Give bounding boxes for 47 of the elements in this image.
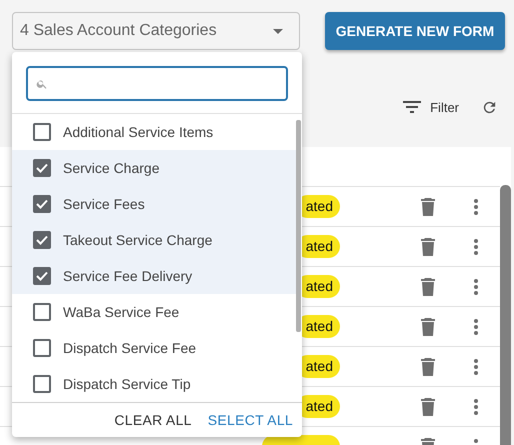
more-icon (474, 278, 478, 294)
checkbox[interactable] (33, 123, 51, 141)
filter-icon (403, 101, 422, 113)
delete-button[interactable] (421, 398, 435, 416)
select-all-button[interactable]: SELECT ALL (208, 412, 293, 428)
delete-button[interactable] (421, 318, 435, 336)
checkbox[interactable] (33, 195, 51, 213)
trash-icon (421, 238, 435, 256)
delete-button[interactable] (421, 198, 435, 216)
category-option[interactable]: Service Fees (12, 186, 296, 222)
caret-icon (273, 28, 283, 34)
scrollbar-thumb[interactable] (296, 120, 301, 332)
checkbox[interactable] (33, 339, 51, 357)
delete-button[interactable] (421, 238, 435, 256)
checkbox[interactable] (33, 303, 51, 321)
category-option[interactable]: Service Fee Delivery (12, 258, 296, 294)
more-icon (474, 358, 478, 374)
trash-icon (421, 198, 435, 216)
category-option[interactable]: Service Charge (12, 150, 296, 186)
category-option[interactable]: Takeout Service Charge (12, 222, 296, 258)
trash-icon (421, 358, 435, 376)
trash-icon (421, 318, 435, 336)
filter-button[interactable]: Filter (403, 100, 459, 114)
checkbox[interactable] (33, 159, 51, 177)
delete-button[interactable] (421, 358, 435, 376)
delete-button[interactable] (421, 278, 435, 296)
more-icon (474, 238, 478, 254)
category-select[interactable]: 4 Sales Account Categories (12, 12, 300, 50)
more-button[interactable] (474, 398, 478, 414)
trash-icon (421, 398, 435, 416)
more-button[interactable] (474, 238, 478, 254)
more-button[interactable] (474, 318, 478, 334)
more-button[interactable] (474, 358, 478, 374)
clear-all-button[interactable]: CLEAR ALL (114, 412, 192, 428)
search-icon (36, 78, 48, 90)
checkbox[interactable] (33, 267, 51, 285)
checkbox[interactable] (33, 231, 51, 249)
more-icon (474, 198, 478, 214)
more-icon (474, 318, 478, 334)
generate-form-button[interactable]: GENERATE NEW FORM (325, 12, 505, 50)
scrollbar-thumb[interactable] (500, 185, 511, 445)
search-field[interactable] (26, 66, 288, 101)
more-icon (474, 398, 478, 414)
more-button[interactable] (474, 278, 478, 294)
more-button[interactable] (474, 198, 478, 214)
trash-icon (421, 278, 435, 296)
checkbox[interactable] (33, 375, 51, 393)
